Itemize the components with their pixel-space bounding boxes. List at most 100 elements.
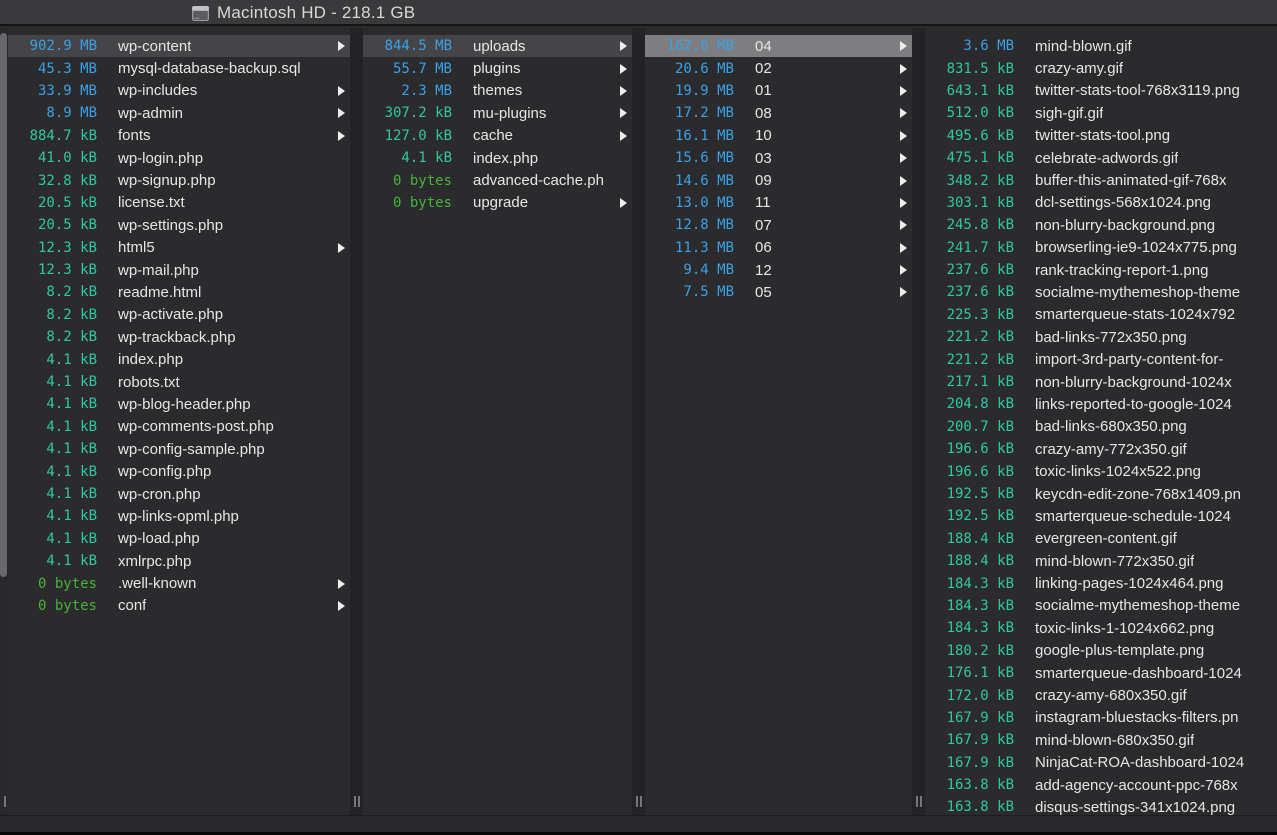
file-row[interactable]: 188.4 kBmind-blown-772x350.gif	[925, 550, 1277, 572]
file-row[interactable]: 303.1 kBdcl-settings-568x1024.png	[925, 192, 1277, 214]
file-row[interactable]: 127.0 kBcache	[363, 125, 632, 147]
file-row[interactable]: 172.0 kBcrazy-amy-680x350.gif	[925, 684, 1277, 706]
file-row[interactable]: 180.2 kBgoogle-plus-template.png	[925, 640, 1277, 662]
file-row[interactable]: 884.7 kBfonts	[8, 125, 350, 147]
file-row[interactable]: 225.3 kBsmarterqueue-stats-1024x792	[925, 304, 1277, 326]
file-row[interactable]: 184.3 kBsocialme-mythemeshop-theme	[925, 595, 1277, 617]
file-row[interactable]: 512.0 kBsigh-gif.gif	[925, 102, 1277, 124]
internal-drive-icon	[191, 5, 210, 22]
file-row[interactable]: 32.8 kBwp-signup.php	[8, 169, 350, 191]
file-row[interactable]: 9.4 MB12	[645, 259, 912, 281]
file-row[interactable]: 4.1 kBwp-load.php	[8, 528, 350, 550]
file-row[interactable]: 0 bytesadvanced-cache.ph	[363, 169, 632, 191]
file-row[interactable]: 902.9 MBwp-content	[8, 35, 350, 57]
file-row[interactable]: 8.2 kBwp-activate.php	[8, 304, 350, 326]
file-row[interactable]: 196.6 kBcrazy-amy-772x350.gif	[925, 438, 1277, 460]
file-name: upgrade	[473, 195, 528, 210]
file-row[interactable]: 41.0 kBwp-login.php	[8, 147, 350, 169]
column-resize-handle[interactable]	[636, 796, 642, 807]
disclosure-triangle-icon	[900, 64, 907, 74]
file-row[interactable]: 245.8 kBnon-blurry-background.png	[925, 214, 1277, 236]
file-row[interactable]: 4.1 kBrobots.txt	[8, 371, 350, 393]
file-row[interactable]: 192.5 kBsmarterqueue-schedule-1024	[925, 505, 1277, 527]
file-row[interactable]: 495.6 kBtwitter-stats-tool.png	[925, 125, 1277, 147]
file-row[interactable]: 348.2 kBbuffer-this-animated-gif-768x	[925, 169, 1277, 191]
file-row[interactable]: 192.5 kBkeycdn-edit-zone-768x1409.pn	[925, 483, 1277, 505]
file-row[interactable]: 4.1 kBindex.php	[363, 147, 632, 169]
file-row[interactable]: 14.6 MB09	[645, 169, 912, 191]
file-row[interactable]: 163.8 kBdisqus-settings-341x1024.png	[925, 796, 1277, 815]
file-row[interactable]: 221.2 kBimport-3rd-party-content-for-	[925, 348, 1277, 370]
file-row[interactable]: 167.9 kBmind-blown-680x350.gif	[925, 729, 1277, 751]
column-divider	[912, 28, 925, 815]
file-row[interactable]: 20.6 MB02	[645, 57, 912, 79]
file-row[interactable]: 217.1 kBnon-blurry-background-1024x	[925, 371, 1277, 393]
left-scrollbar-track[interactable]	[0, 28, 8, 815]
file-row[interactable]: 55.7 MBplugins	[363, 57, 632, 79]
file-row[interactable]: 831.5 kBcrazy-amy.gif	[925, 57, 1277, 79]
file-row[interactable]: 7.5 MB05	[645, 281, 912, 303]
file-row[interactable]: 4.1 kBwp-config.php	[8, 460, 350, 482]
file-size: 0 bytes	[363, 196, 452, 210]
file-row[interactable]: 11.3 MB06	[645, 237, 912, 259]
vertical-scrollbar-thumb[interactable]	[0, 33, 7, 577]
file-row[interactable]: 162.6 MB04	[645, 35, 912, 57]
file-row[interactable]: 2.3 MBthemes	[363, 80, 632, 102]
column-resize-handle[interactable]	[354, 796, 360, 807]
file-row[interactable]: 33.9 MBwp-includes	[8, 80, 350, 102]
file-row[interactable]: 3.6 MBmind-blown.gif	[925, 35, 1277, 57]
file-row[interactable]: 15.6 MB03	[645, 147, 912, 169]
file-row[interactable]: 12.3 kBwp-mail.php	[8, 259, 350, 281]
column-resize-handle[interactable]	[916, 796, 922, 807]
file-row[interactable]: 163.8 kBadd-agency-account-ppc-768x	[925, 774, 1277, 796]
file-row[interactable]: 167.9 kBNinjaCat-ROA-dashboard-1024	[925, 752, 1277, 774]
file-size: 4.1 kB	[8, 509, 97, 523]
file-row[interactable]: 184.3 kBlinking-pages-1024x464.png	[925, 572, 1277, 594]
file-row[interactable]: 188.4 kBevergreen-content.gif	[925, 528, 1277, 550]
file-row[interactable]: 13.0 MB11	[645, 192, 912, 214]
file-row[interactable]: 20.5 kBwp-settings.php	[8, 214, 350, 236]
file-row[interactable]: 8.9 MBwp-admin	[8, 102, 350, 124]
file-row[interactable]: 4.1 kBwp-comments-post.php	[8, 416, 350, 438]
file-row[interactable]: 45.3 MBmysql-database-backup.sql	[8, 57, 350, 79]
file-row[interactable]: 475.1 kBcelebrate-adwords.gif	[925, 147, 1277, 169]
file-row[interactable]: 4.1 kBwp-blog-header.php	[8, 393, 350, 415]
file-row[interactable]: 844.5 MBuploads	[363, 35, 632, 57]
file-size: 188.4 kB	[925, 554, 1014, 568]
file-row[interactable]: 12.8 MB07	[645, 214, 912, 236]
file-row[interactable]: 184.3 kBtoxic-links-1-1024x662.png	[925, 617, 1277, 639]
file-size: 475.1 kB	[925, 151, 1014, 165]
file-row[interactable]: 16.1 MB10	[645, 125, 912, 147]
file-name: disqus-settings-341x1024.png	[1035, 800, 1235, 815]
file-row[interactable]: 237.6 kBrank-tracking-report-1.png	[925, 259, 1277, 281]
file-row[interactable]: 643.1 kBtwitter-stats-tool-768x3119.png	[925, 80, 1277, 102]
file-size: 16.1 MB	[645, 129, 734, 143]
title-bar[interactable]: Macintosh HD - 218.1 GB	[0, 0, 1277, 26]
file-size: 184.3 kB	[925, 599, 1014, 613]
file-row[interactable]: 0 bytes upgrade	[363, 192, 632, 214]
file-row[interactable]: 167.9 kBinstagram-bluestacks-filters.pn	[925, 707, 1277, 729]
file-row[interactable]: 4.1 kBwp-cron.php	[8, 483, 350, 505]
file-row[interactable]: 221.2 kBbad-links-772x350.png	[925, 326, 1277, 348]
file-row[interactable]: 4.1 kBwp-config-sample.php	[8, 438, 350, 460]
file-row[interactable]: 204.8 kBlinks-reported-to-google-1024	[925, 393, 1277, 415]
file-row[interactable]: 8.2 kBwp-trackback.php	[8, 326, 350, 348]
file-row[interactable]: 4.1 kBwp-links-opml.php	[8, 505, 350, 527]
file-row[interactable]: 8.2 kBreadme.html	[8, 281, 350, 303]
file-row[interactable]: 241.7 kBbrowserling-ie9-1024x775.png	[925, 237, 1277, 259]
file-row[interactable]: 4.1 kBxmlrpc.php	[8, 550, 350, 572]
file-row[interactable]: 17.2 MB08	[645, 102, 912, 124]
file-name: wp-load.php	[118, 531, 200, 546]
file-row[interactable]: 196.6 kBtoxic-links-1024x522.png	[925, 460, 1277, 482]
file-row[interactable]: 12.3 kBhtml5	[8, 237, 350, 259]
file-row[interactable]: 4.1 kBindex.php	[8, 348, 350, 370]
file-row[interactable]: 19.9 MB01	[645, 80, 912, 102]
file-row[interactable]: 0 bytes.well-known	[8, 572, 350, 594]
file-row[interactable]: 0 bytesconf	[8, 595, 350, 617]
file-row[interactable]: 176.1 kBsmarterqueue-dashboard-1024	[925, 662, 1277, 684]
file-row[interactable]: 200.7 kBbad-links-680x350.png	[925, 416, 1277, 438]
file-row[interactable]: 237.6 kBsocialme-mythemeshop-theme	[925, 281, 1277, 303]
file-size: 17.2 MB	[645, 106, 734, 120]
file-row[interactable]: 20.5 kBlicense.txt	[8, 192, 350, 214]
file-row[interactable]: 307.2 kBmu-plugins	[363, 102, 632, 124]
